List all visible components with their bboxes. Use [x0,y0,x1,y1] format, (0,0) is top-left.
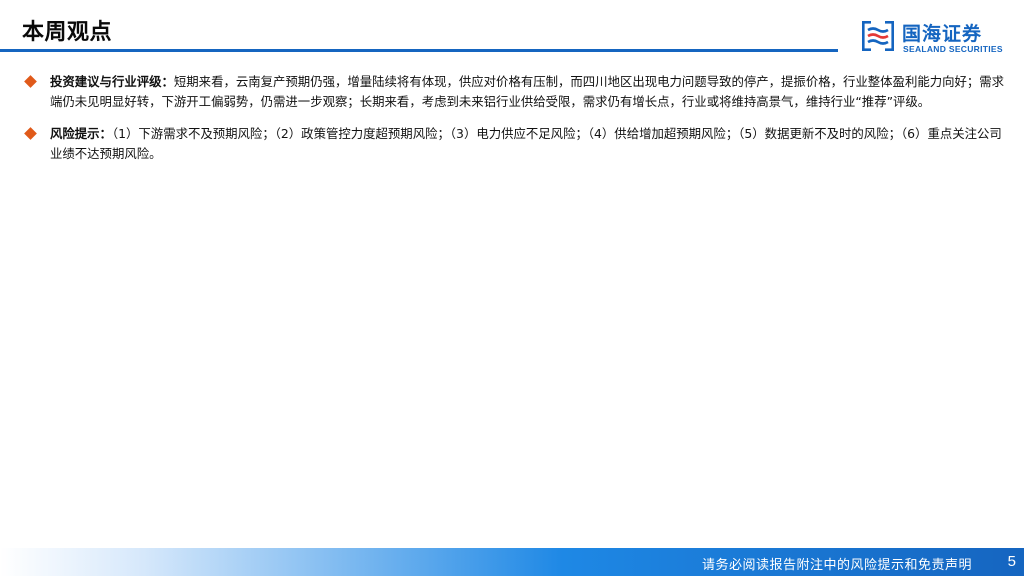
company-logo: 国海证券 SEALAND SECURITIES [860,18,1006,58]
bullet-label: 投资建议与行业评级： [50,74,174,89]
bullet-investment-advice: 投资建议与行业评级：短期来看，云南复产预期仍强，增量陆续将有体现，供应对价格有压… [24,72,1006,112]
footer-bar: 请务必阅读报告附注中的风险提示和免责声明 5 [0,548,1024,576]
bullet-text: （1）下游需求不及预期风险；（2）政策管控力度超预期风险；（3）电力供应不足风险… [50,126,1002,161]
bullet-text: 短期来看，云南复产预期仍强，增量陆续将有体现，供应对价格有压制，而四川地区出现电… [50,74,1005,109]
bullet-label: 风险提示： [50,126,112,141]
footer-disclaimer: 请务必阅读报告附注中的风险提示和免责声明 [701,558,972,573]
bullet-risk-warning: 风险提示：（1）下游需求不及预期风险；（2）政策管控力度超预期风险；（3）电力供… [24,124,1006,164]
page-number: 5 [1007,553,1016,570]
page-title: 本周观点 [22,20,113,45]
diamond-bullet-icon [24,127,37,140]
logo-name-en: SEALAND SECURITIES [903,44,1003,54]
diamond-bullet-icon [24,75,37,88]
logo-name-cn: 国海证券 [902,23,983,45]
sealand-logo-icon [862,21,894,51]
content-area: 投资建议与行业评级：短期来看，云南复产预期仍强，增量陆续将有体现，供应对价格有压… [24,72,1006,164]
title-divider [0,49,838,52]
